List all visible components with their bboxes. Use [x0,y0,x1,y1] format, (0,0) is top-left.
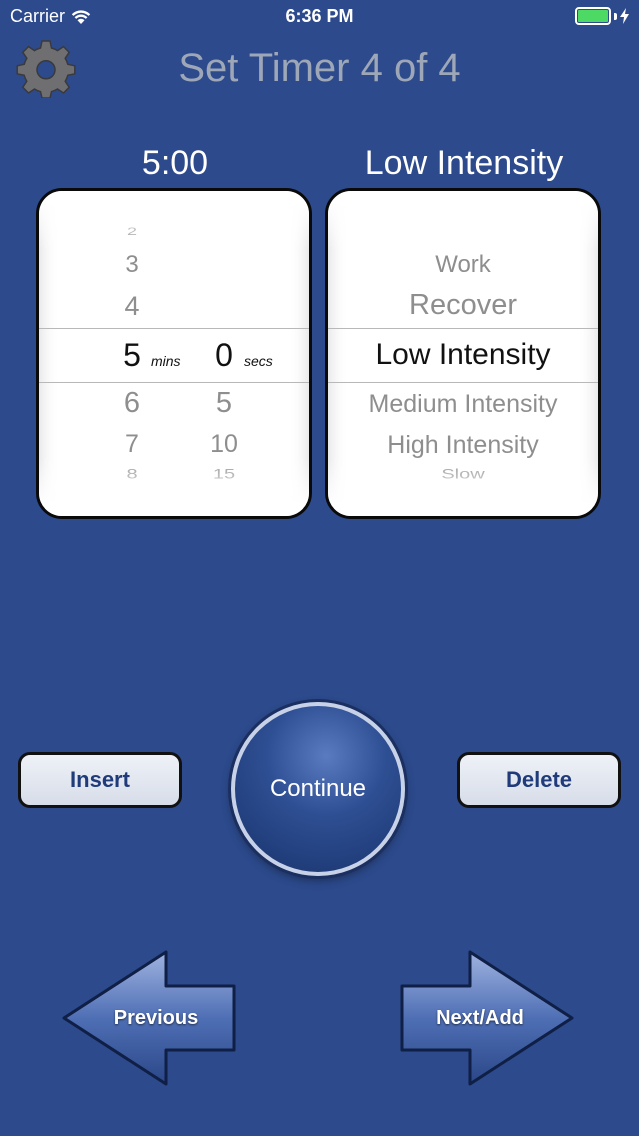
picker-fade-top [39,191,309,251]
minutes-selected[interactable]: 5 [107,337,157,374]
minutes-option[interactable]: 8 [107,466,157,482]
minutes-unit: mins [151,353,181,369]
intensity-option-recover[interactable]: Recover [328,289,598,322]
next-add-label: Next/Add [436,1006,524,1029]
intensity-option-high[interactable]: High Intensity [328,431,598,460]
status-bar: Carrier 6:36 PM [0,0,639,34]
delete-button[interactable]: Delete [457,752,621,808]
picker-fade-top [328,191,598,251]
previous-label: Previous [113,1006,199,1029]
seconds-option[interactable]: 15 [194,466,254,482]
time-display: 5:00 [141,144,209,182]
picker-fade-bottom [328,456,598,516]
time-picker[interactable]: 2 3 4 5 mins 6 7 8 0 secs 5 10 15 [36,188,312,519]
picker-fade-bottom [39,456,309,516]
intensity-option-selected[interactable]: Low Intensity [328,338,598,372]
status-time: 6:36 PM [285,6,354,26]
intensity-option-medium[interactable]: Medium Intensity [328,390,598,419]
insert-button[interactable]: Insert [18,752,182,808]
minutes-option[interactable]: 3 [107,251,157,279]
minutes-option[interactable]: 7 [107,430,157,459]
next-add-button[interactable]: Next/Add [398,950,576,1088]
previous-button[interactable]: Previous [60,950,238,1088]
seconds-option[interactable]: 10 [194,430,254,459]
intensity-option-work[interactable]: Work [328,251,598,279]
charging-bolt-icon [620,8,629,24]
battery-icon [575,7,629,25]
continue-button[interactable]: Continue [231,702,405,876]
minutes-option[interactable]: 2 [107,225,157,238]
intensity-picker[interactable]: Work Recover Low Intensity Medium Intens… [325,188,601,519]
minutes-option[interactable]: 4 [107,291,157,322]
intensity-option-slow[interactable]: Slow [328,466,598,482]
intensity-display: Low Intensity [364,144,564,182]
seconds-option[interactable]: 5 [194,387,254,420]
page-title: Set Timer 4 of 4 [178,46,461,90]
minutes-option[interactable]: 6 [107,387,157,420]
seconds-unit: secs [244,353,273,369]
